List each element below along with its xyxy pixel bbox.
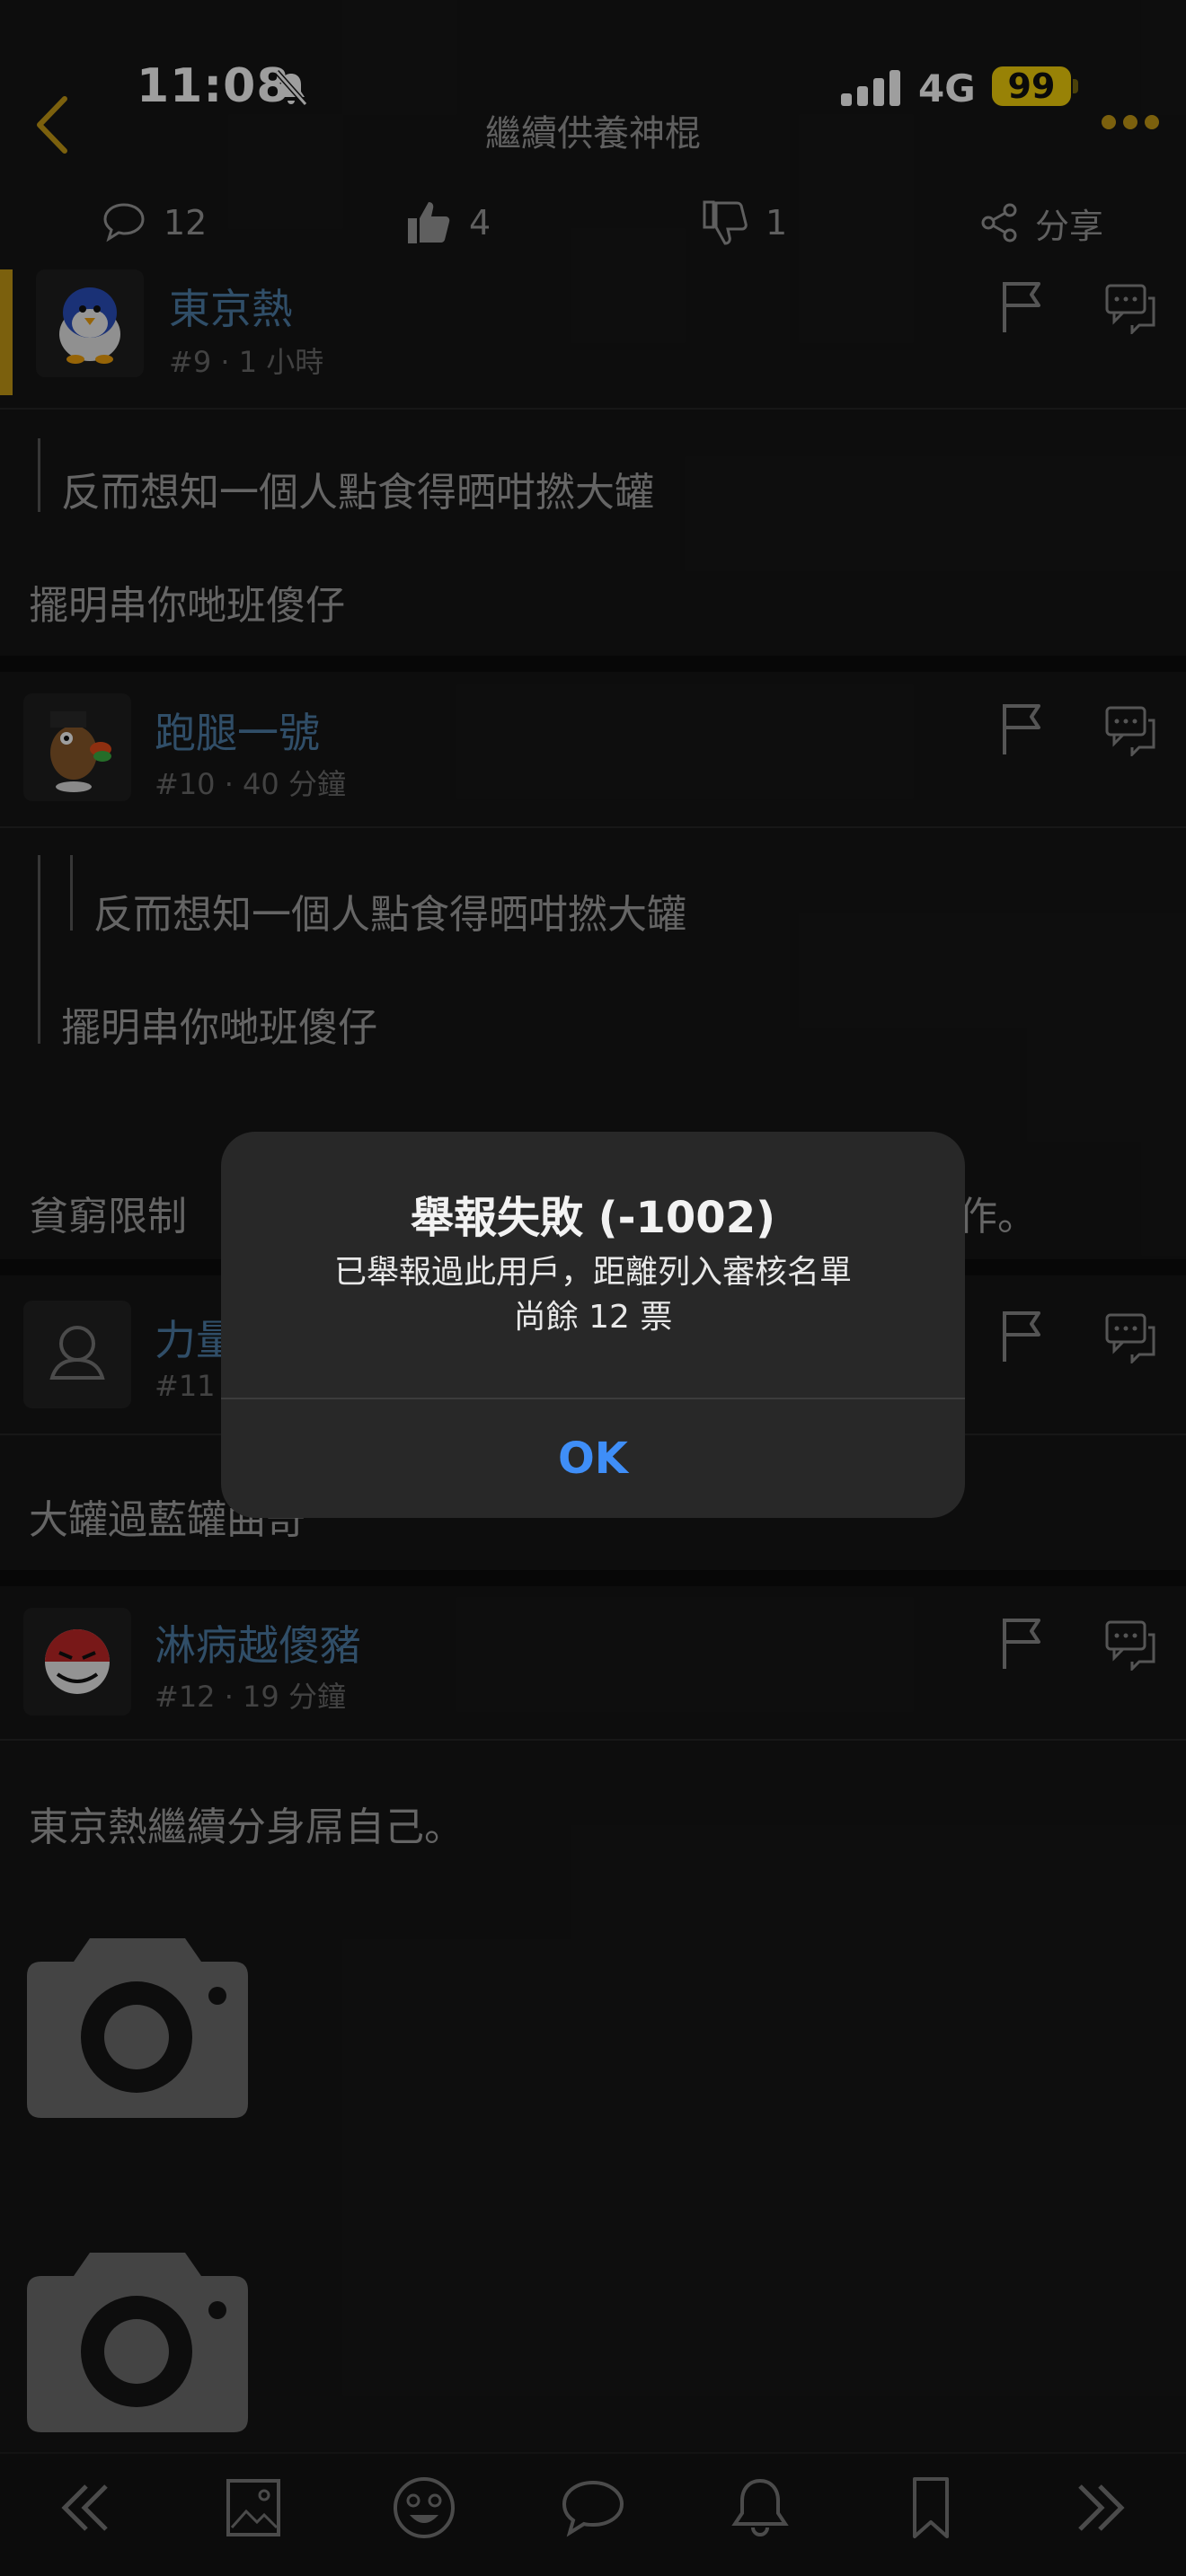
alert-message-line2: 尚餘 12 票 bbox=[513, 1299, 673, 1336]
alert-ok-button[interactable]: OK bbox=[221, 1399, 965, 1518]
alert-message-line1: 已舉報過此用戶，距離列入審核名單 bbox=[333, 1254, 852, 1291]
alert-dialog: 舉報失敗 (-1002) 已舉報過此用戶，距離列入審核名單 尚餘 12 票 OK bbox=[221, 1132, 965, 1518]
alert-title: 舉報失敗 (-1002) bbox=[410, 1193, 776, 1243]
app: 11:08 4G 99 繼續供養神棍 12 4 1 分享 東京熱 #9 · 1 … bbox=[0, 0, 1186, 2576]
alert-message: 已舉報過此用戶，距離列入審核名單 尚餘 12 票 bbox=[257, 1250, 929, 1340]
